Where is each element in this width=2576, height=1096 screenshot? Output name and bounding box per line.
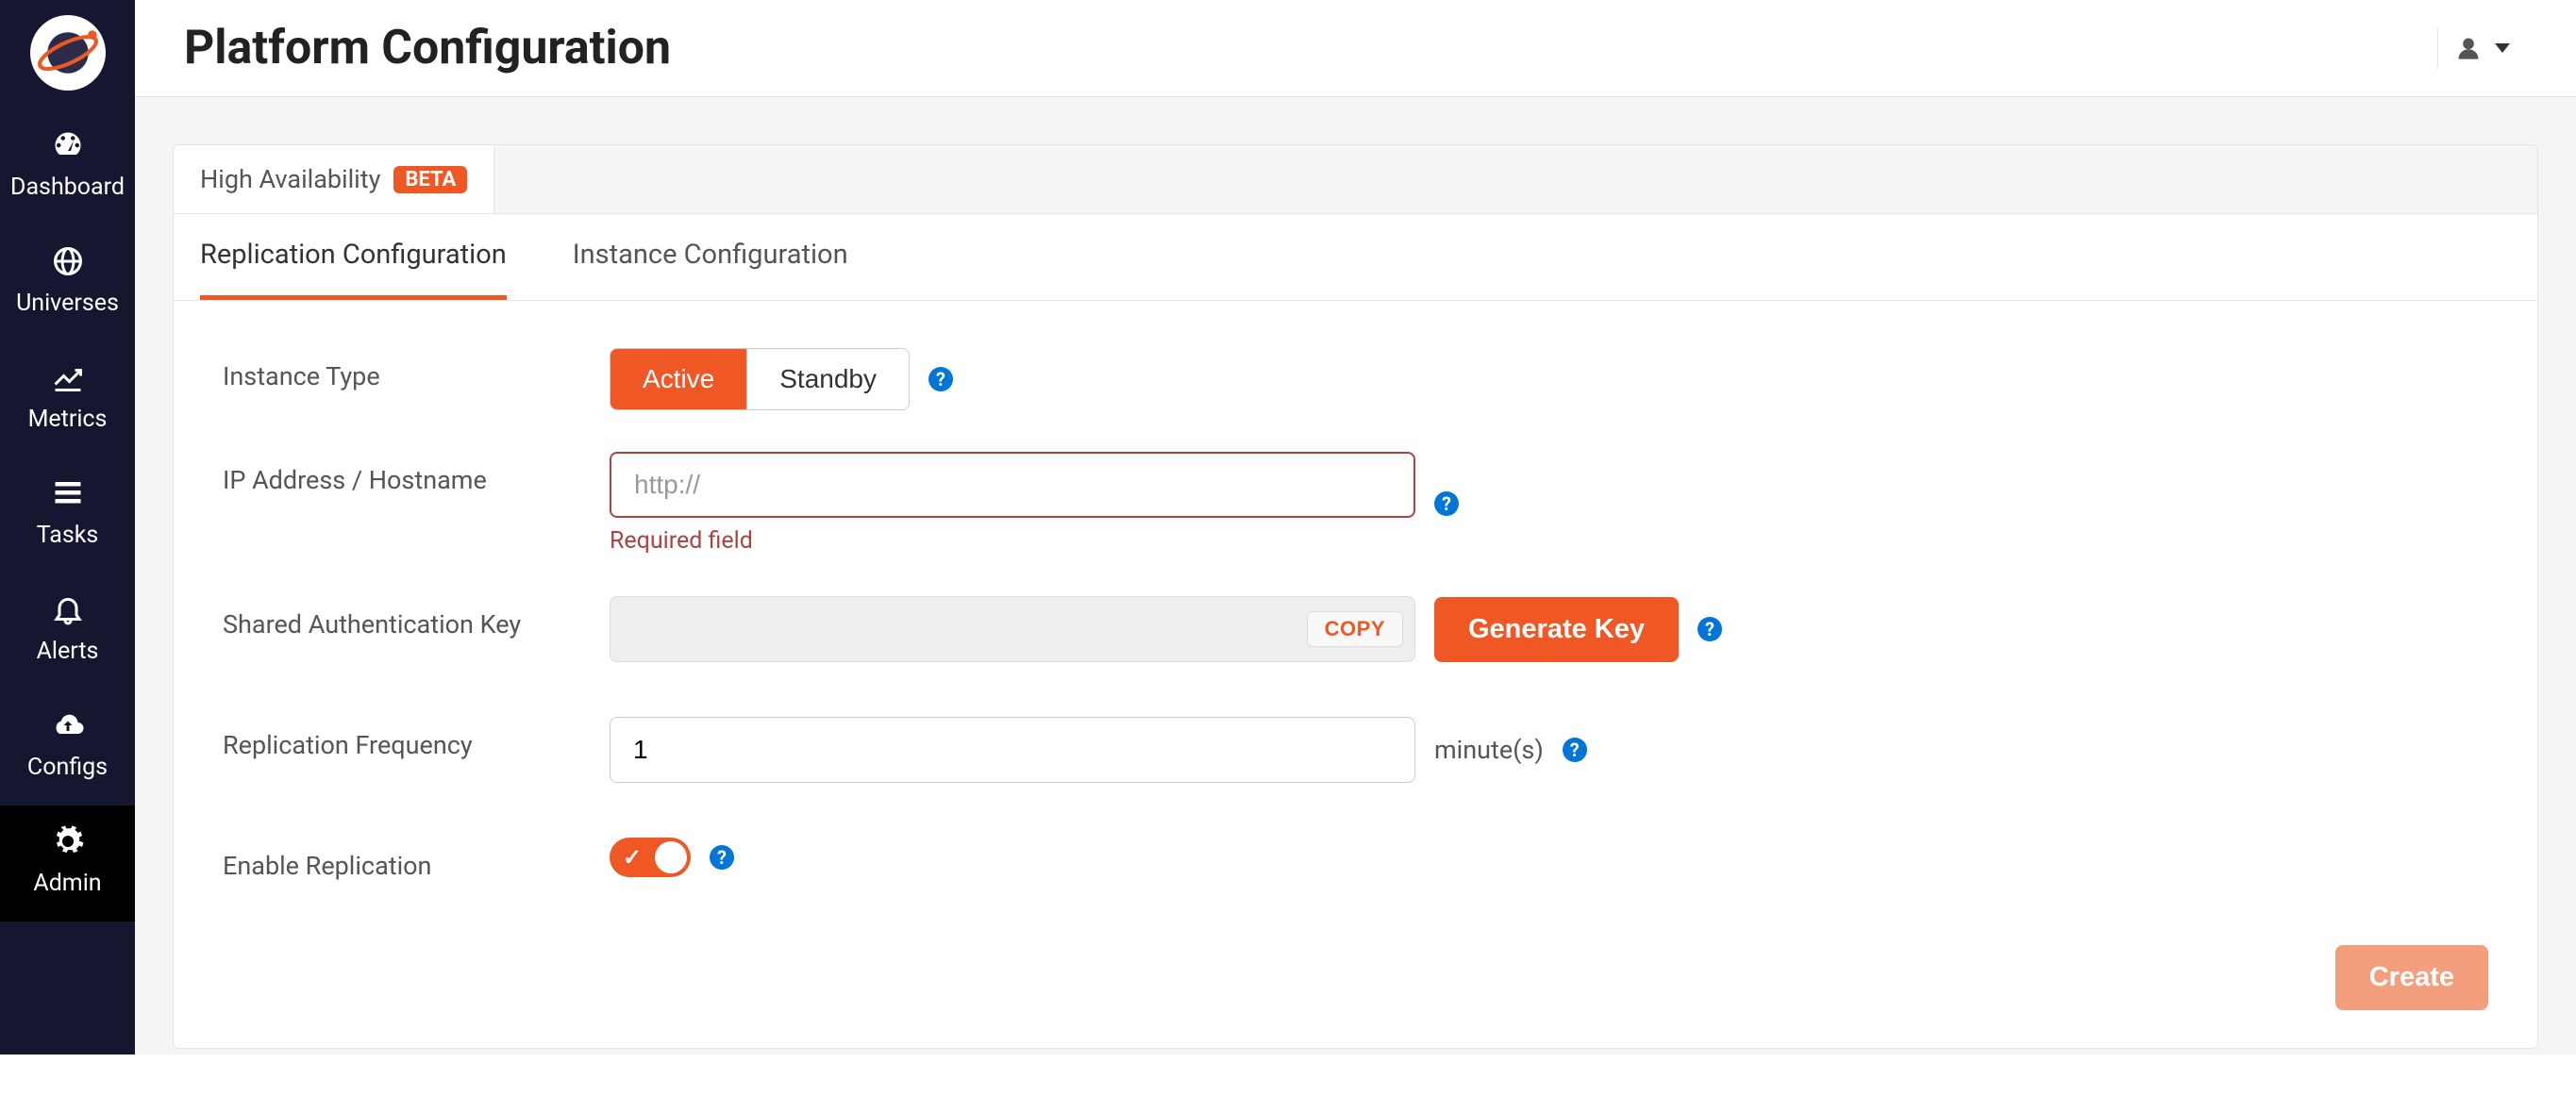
sidebar-item-dashboard[interactable]: Dashboard — [0, 109, 135, 225]
toggle-knob — [655, 841, 687, 873]
gauge-icon — [49, 128, 87, 162]
globe-icon — [49, 244, 87, 278]
sidebar-item-alerts[interactable]: Alerts — [0, 573, 135, 689]
sub-tab-bar: Replication Configuration Instance Confi… — [174, 214, 2537, 301]
label-auth-key: Shared Authentication Key — [223, 596, 610, 639]
ip-hostname-error: Required field — [610, 527, 1415, 555]
sidebar-item-label: Tasks — [37, 522, 99, 549]
page-header: Platform Configuration — [135, 0, 2576, 97]
user-menu[interactable] — [2437, 27, 2527, 69]
chart-line-icon — [49, 360, 87, 394]
label-instance-type: Instance Type — [223, 348, 610, 391]
planet-icon — [36, 21, 100, 85]
auth-key-display: COPY — [610, 596, 1415, 662]
row-enable-replication: Enable Replication ✓ ? — [223, 838, 2488, 881]
instance-type-active-button[interactable]: Active — [611, 349, 747, 409]
tab-label: High Availability — [200, 164, 380, 194]
sidebar-item-label: Dashboard — [10, 174, 125, 201]
sidebar: Dashboard Universes Metrics Tasks Alerts… — [0, 0, 135, 1054]
check-icon: ✓ — [623, 844, 642, 871]
enable-replication-toggle[interactable]: ✓ — [610, 838, 691, 877]
label-replication-frequency: Replication Frequency — [223, 717, 610, 760]
main: Platform Configuration High Availability… — [135, 0, 2576, 1054]
help-icon[interactable]: ? — [1434, 491, 1459, 516]
replication-form: Instance Type Active Standby ? IP Addres… — [174, 301, 2537, 1048]
page-title: Platform Configuration — [184, 21, 671, 75]
sidebar-item-metrics[interactable]: Metrics — [0, 341, 135, 457]
instance-type-standby-button[interactable]: Standby — [747, 349, 909, 409]
ip-hostname-input[interactable] — [610, 452, 1415, 518]
sidebar-item-label: Metrics — [28, 406, 108, 433]
instance-type-toggle: Active Standby — [610, 348, 910, 410]
config-card: High Availability BETA Replication Confi… — [173, 144, 2538, 1049]
row-replication-frequency: Replication Frequency minute(s) ? — [223, 717, 2488, 783]
tab-high-availability[interactable]: High Availability BETA — [174, 145, 494, 213]
subtab-replication-configuration[interactable]: Replication Configuration — [200, 214, 507, 300]
content-area: High Availability BETA Replication Confi… — [135, 97, 2576, 1096]
replication-frequency-unit: minute(s) — [1434, 735, 1544, 765]
top-tab-bar: High Availability BETA — [174, 145, 2537, 214]
sidebar-item-label: Admin — [33, 870, 101, 897]
sidebar-item-admin[interactable]: Admin — [0, 805, 135, 922]
sidebar-item-configs[interactable]: Configs — [0, 689, 135, 805]
help-icon[interactable]: ? — [710, 845, 734, 870]
replication-frequency-input[interactable] — [610, 717, 1415, 783]
list-icon — [49, 476, 87, 510]
sidebar-item-label: Universes — [16, 290, 119, 317]
label-enable-replication: Enable Replication — [223, 838, 610, 881]
form-footer: Create — [223, 936, 2488, 1010]
row-ip-hostname: IP Address / Hostname Required field ? — [223, 452, 2488, 555]
copy-auth-key-button[interactable]: COPY — [1307, 611, 1403, 647]
sidebar-item-tasks[interactable]: Tasks — [0, 457, 135, 573]
beta-badge: BETA — [393, 166, 467, 193]
sidebar-item-label: Alerts — [37, 638, 99, 665]
cloud-upload-icon — [49, 708, 87, 742]
create-button[interactable]: Create — [2335, 945, 2488, 1010]
sidebar-item-label: Configs — [27, 754, 108, 781]
help-icon[interactable]: ? — [1698, 617, 1722, 641]
sidebar-item-universes[interactable]: Universes — [0, 225, 135, 341]
gear-icon — [49, 824, 87, 858]
bell-icon — [49, 592, 87, 626]
label-ip-hostname: IP Address / Hostname — [223, 452, 610, 495]
help-icon[interactable]: ? — [1563, 738, 1587, 762]
chevron-down-icon — [2495, 43, 2510, 53]
subtab-instance-configuration[interactable]: Instance Configuration — [573, 214, 848, 300]
app-logo[interactable] — [30, 15, 106, 91]
generate-key-button[interactable]: Generate Key — [1434, 597, 1679, 662]
user-icon — [2455, 35, 2482, 61]
help-icon[interactable]: ? — [928, 367, 953, 391]
row-auth-key: Shared Authentication Key COPY Generate … — [223, 596, 2488, 662]
row-instance-type: Instance Type Active Standby ? — [223, 348, 2488, 410]
